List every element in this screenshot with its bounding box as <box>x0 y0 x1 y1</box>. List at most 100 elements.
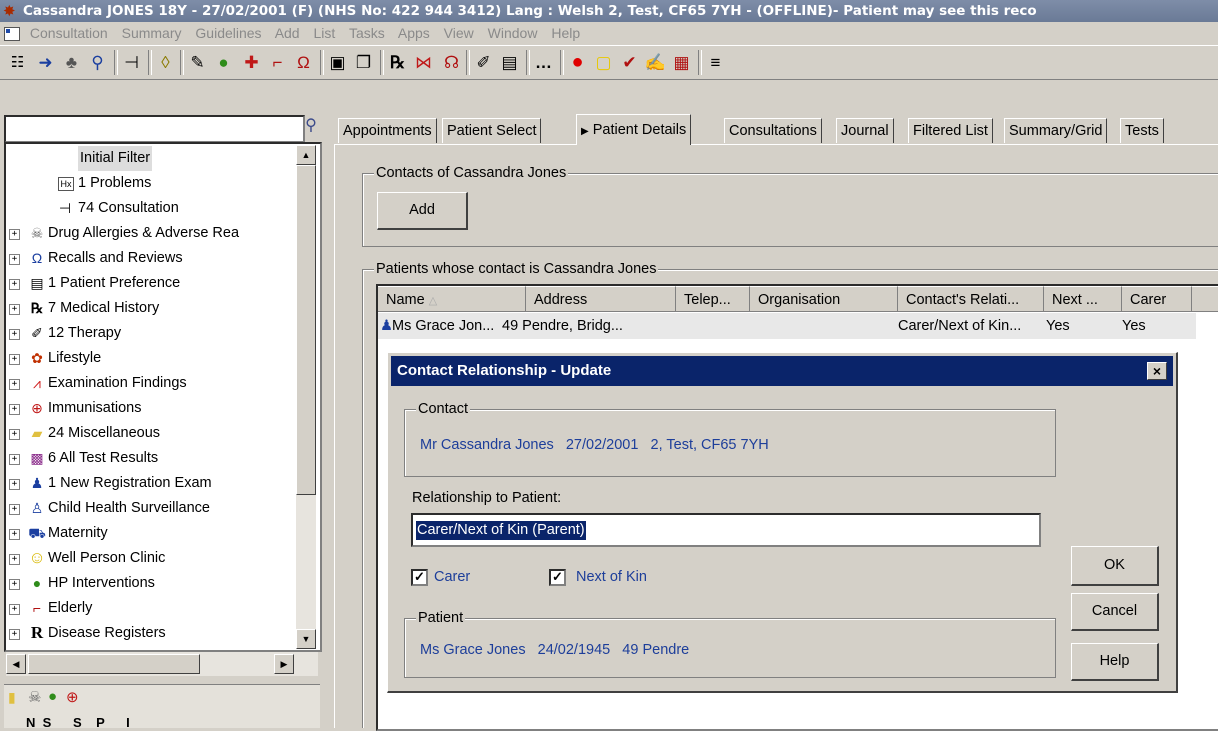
menu-apps[interactable]: Apps <box>398 25 430 41</box>
tab-tests[interactable]: Tests <box>1120 118 1164 143</box>
expand-icon[interactable]: + <box>9 429 20 440</box>
document-icon[interactable]: ▤ <box>498 51 521 74</box>
expand-icon[interactable]: + <box>9 279 20 290</box>
next-of-kin-label[interactable]: Next of Kin <box>576 569 647 585</box>
immunisation-icon[interactable]: ⊕ <box>66 688 79 706</box>
message-icon[interactable]: ▢ <box>592 51 615 74</box>
rx-icon[interactable]: ℞ <box>386 51 409 74</box>
expand-icon[interactable]: + <box>9 554 20 565</box>
expand-icon[interactable]: + <box>9 504 20 515</box>
record-icon[interactable]: ● <box>566 51 589 74</box>
check-icon[interactable]: ✔ <box>618 51 641 74</box>
sort-ascending-icon: △ <box>428 295 438 307</box>
next-of-kin-checkbox[interactable]: ✓ <box>549 569 566 586</box>
document-menu-icon[interactable] <box>4 27 20 42</box>
expand-icon[interactable]: + <box>9 529 20 540</box>
edit-icon[interactable]: ✍ <box>644 51 667 74</box>
search-icon[interactable]: ⚲ <box>86 51 109 74</box>
expand-icon[interactable]: + <box>9 379 20 390</box>
expand-icon[interactable]: + <box>9 579 20 590</box>
column-header-name[interactable]: Name △ <box>378 286 526 312</box>
eraser-icon[interactable]: ◊ <box>154 51 177 74</box>
list-icon[interactable]: ☷ <box>6 51 29 74</box>
copy-icon[interactable]: ❐ <box>352 51 375 74</box>
add-contact-button[interactable]: Add <box>377 192 468 230</box>
apple-icon[interactable]: ● <box>48 688 57 705</box>
menu-tasks[interactable]: Tasks <box>349 25 385 41</box>
tree-search-input[interactable] <box>4 115 305 143</box>
expand-icon[interactable]: + <box>9 254 20 265</box>
tab-filtered-list[interactable]: Filtered List <box>908 118 993 143</box>
allergy-icon: ☠ <box>30 225 44 241</box>
expand-icon[interactable]: + <box>9 479 20 490</box>
column-header-carer[interactable]: Carer <box>1122 286 1192 312</box>
calculator-icon[interactable]: ▣ <box>326 51 349 74</box>
column-header-relationship[interactable]: Contact's Relati... <box>898 286 1044 312</box>
search-icon[interactable]: ⚲ <box>301 115 321 139</box>
pen-icon[interactable]: ✐ <box>472 51 495 74</box>
tab-journal[interactable]: Journal <box>836 118 894 143</box>
menu-icon[interactable]: ≡ <box>704 51 727 74</box>
patient-group-icon[interactable]: ♣ <box>60 51 83 74</box>
scroll-thumb[interactable] <box>28 654 200 674</box>
clinical-tree[interactable]: Initial Filter Hx 1 Problems ⊣ 74 Consul… <box>4 142 322 652</box>
table-row[interactable]: ♟ Ms Grace Jon... 49 Pendre, Bridg... Ca… <box>378 313 1196 339</box>
menu-summary[interactable]: Summary <box>122 25 182 41</box>
walking-stick-icon[interactable]: ⌐ <box>266 51 289 74</box>
examination-icon[interactable]: ⋈ <box>412 51 435 74</box>
menu-help[interactable]: Help <box>551 25 580 41</box>
menu-consultation[interactable]: Consultation <box>30 25 108 41</box>
tree-horizontal-scrollbar[interactable]: ◀ ▶ <box>6 652 318 676</box>
allergy-icon[interactable]: ☠ <box>28 688 41 706</box>
menu-list[interactable]: List <box>314 25 336 41</box>
speech-icon[interactable]: ☊ <box>440 51 463 74</box>
problems-icon: Hx <box>58 177 74 191</box>
apple-icon[interactable]: ● <box>212 51 235 74</box>
expand-icon[interactable]: + <box>9 229 20 240</box>
expand-icon[interactable]: + <box>9 604 20 615</box>
scroll-down-icon[interactable]: ▼ <box>296 629 316 649</box>
menu-add[interactable]: Add <box>275 25 300 41</box>
carer-checkbox[interactable]: ✓ <box>411 569 428 586</box>
carer-label[interactable]: Carer <box>434 569 470 585</box>
reviews-icon[interactable]: Ω <box>292 51 315 74</box>
note-icon[interactable]: ▮ <box>8 689 16 706</box>
dialog-title-bar[interactable]: Contact Relationship - Update × <box>391 356 1173 386</box>
expand-icon[interactable]: + <box>9 304 20 315</box>
more-icon[interactable]: … <box>532 51 555 74</box>
expand-icon[interactable]: + <box>9 329 20 340</box>
menu-guidelines[interactable]: Guidelines <box>195 25 261 41</box>
cancel-button[interactable]: Cancel <box>1071 593 1159 631</box>
tab-patient-select[interactable]: Patient Select <box>442 118 542 143</box>
scroll-right-icon[interactable]: ▶ <box>274 654 294 674</box>
calendar-icon[interactable]: ▦ <box>670 51 693 74</box>
tab-consultations[interactable]: Consultations <box>724 118 822 143</box>
column-header-next-of-kin[interactable]: Next ... <box>1044 286 1122 312</box>
expand-icon[interactable]: + <box>9 629 20 640</box>
expand-icon[interactable]: + <box>9 454 20 465</box>
help-button[interactable]: Help <box>1071 643 1159 681</box>
notes-icon[interactable]: ✎ <box>186 51 209 74</box>
scroll-left-icon[interactable]: ◀ <box>6 654 26 674</box>
menu-view[interactable]: View <box>444 25 474 41</box>
tab-summary-grid[interactable]: Summary/Grid <box>1004 118 1108 143</box>
scroll-thumb[interactable] <box>296 165 316 495</box>
expand-icon[interactable]: + <box>9 354 20 365</box>
close-icon[interactable]: × <box>1147 362 1167 380</box>
patient-find-icon[interactable]: ➜ <box>34 51 57 74</box>
relationship-input[interactable]: Carer/Next of Kin (Parent) <box>411 513 1041 547</box>
ok-button[interactable]: OK <box>1071 546 1159 586</box>
tab-appointments[interactable]: Appointments <box>338 118 437 143</box>
column-header-address[interactable]: Address <box>526 286 676 312</box>
smiley-icon: ☺ <box>28 548 46 567</box>
scroll-up-icon[interactable]: ▲ <box>296 145 316 165</box>
tree-vertical-scrollbar[interactable]: ▲ ▼ <box>296 145 316 649</box>
column-header-organisation[interactable]: Organisation <box>750 286 898 312</box>
tab-patient-details[interactable]: ▶ Patient Details <box>576 114 692 145</box>
cell-next-of-kin: Yes <box>1046 318 1070 334</box>
expand-icon[interactable]: + <box>9 404 20 415</box>
consultation-icon[interactable]: ⊣ <box>120 51 143 74</box>
medical-cross-icon[interactable]: ✚ <box>240 51 263 74</box>
column-header-telephone[interactable]: Telep... <box>676 286 750 312</box>
menu-window[interactable]: Window <box>488 25 538 41</box>
